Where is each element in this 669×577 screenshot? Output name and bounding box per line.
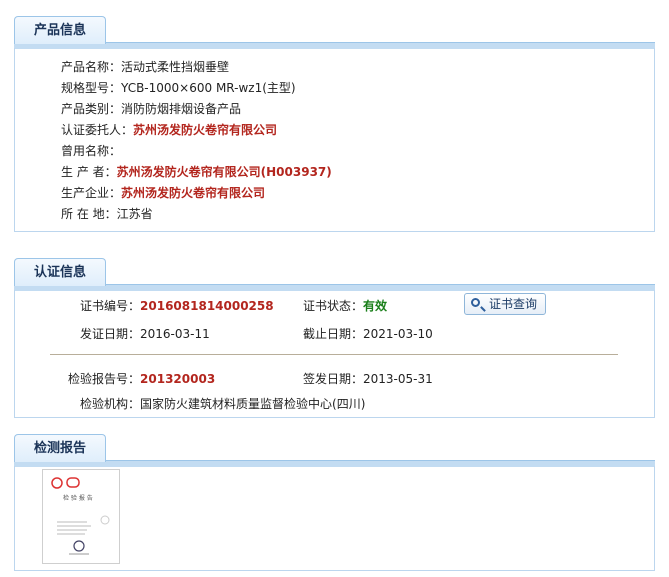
search-icon: [471, 298, 480, 307]
test-org-value: 国家防火建筑材料质量监督检验中心(四川): [140, 397, 366, 411]
expire-date-value: 2021-03-10: [363, 327, 433, 341]
product-row: 规格型号：YCB-1000×600 MR-wz1(主型): [61, 79, 296, 96]
cert-info-panel: 认证信息 证书编号：2016081814000258 证书状态：有效 证书查询 …: [14, 258, 655, 418]
cert-status-label: 证书状态：: [303, 299, 364, 313]
test-org-row: 检验机构：国家防火建筑材料质量监督检验中心(四川): [80, 395, 365, 412]
product-row-label: 曾用名称：: [61, 144, 122, 158]
product-row: 产品名称：活动式柔性挡烟垂壁: [61, 58, 229, 75]
product-row-value: 活动式柔性挡烟垂壁: [121, 60, 230, 74]
product-row-value: 苏州汤发防火卷帘有限公司: [133, 123, 278, 137]
product-row-label: 生产企业：: [61, 186, 122, 200]
test-report-panel: 检测报告 检 验 报 告: [14, 434, 655, 571]
sign-date-row: 签发日期：2013-05-31: [303, 370, 433, 387]
thumb-title: 检 验 报 告: [63, 494, 93, 502]
product-row: 曾用名称：: [61, 142, 121, 159]
product-info-panel: 产品信息 产品名称：活动式柔性挡烟垂壁 规格型号：YCB-1000×600 MR-…: [14, 16, 655, 232]
product-row-value: 消防防烟排烟设备产品: [121, 102, 242, 116]
product-row: 生产企业：苏州汤发防火卷帘有限公司: [61, 184, 265, 201]
expire-date-row: 截止日期：2021-03-10: [303, 325, 433, 342]
product-row-label: 产品类别：: [61, 102, 122, 116]
product-row-label: 认证委托人：: [61, 123, 134, 137]
product-row-value: YCB-1000×600 MR-wz1(主型): [121, 81, 296, 95]
issue-date-row: 发证日期：2016-03-11: [80, 325, 210, 342]
report-document-icon: 检 验 报 告: [51, 477, 110, 555]
report-number-row: 检验报告号：201320003: [68, 370, 215, 387]
product-row-label: 所 在 地：: [61, 207, 117, 221]
test-org-label: 检验机构：: [80, 397, 141, 411]
cert-query-button-label: 证书查询: [489, 297, 538, 311]
report-number-label: 检验报告号：: [68, 372, 141, 386]
product-row: 认证委托人：苏州汤发防火卷帘有限公司: [61, 121, 277, 138]
product-row: 生 产 者：苏州汤发防火卷帘有限公司(H003937): [61, 163, 332, 180]
section-divider: [50, 354, 618, 355]
product-row-label: 生 产 者：: [61, 165, 117, 179]
product-info-tab: 产品信息: [14, 16, 106, 44]
cert-number-value: 2016081814000258: [140, 299, 274, 313]
sign-date-value: 2013-05-31: [363, 372, 433, 386]
cert-number-label: 证书编号：: [80, 299, 141, 313]
product-row: 产品类别：消防防烟排烟设备产品: [61, 100, 241, 117]
issue-date-label: 发证日期：: [80, 327, 141, 341]
issue-date-value: 2016-03-11: [140, 327, 210, 341]
test-report-tab: 检测报告: [14, 434, 106, 462]
product-row-value: 江苏省: [116, 207, 153, 221]
product-row-label: 规格型号：: [61, 81, 122, 95]
cert-info-tab: 认证信息: [14, 258, 106, 286]
product-row-value: 苏州汤发防火卷帘有限公司(H003937): [116, 165, 332, 179]
report-thumbnail[interactable]: 检 验 报 告: [42, 469, 120, 564]
product-row: 所 在 地：江苏省: [61, 205, 153, 222]
cert-status-value: 有效: [363, 299, 388, 313]
cert-status-row: 证书状态：有效: [303, 297, 387, 314]
report-number-value: 201320003: [140, 372, 216, 386]
product-row-label: 产品名称：: [61, 60, 122, 74]
cert-query-button[interactable]: 证书查询: [464, 293, 547, 315]
sign-date-label: 签发日期：: [303, 372, 364, 386]
cert-number-row: 证书编号：2016081814000258: [80, 297, 274, 314]
product-row-value: 苏州汤发防火卷帘有限公司: [121, 186, 266, 200]
expire-date-label: 截止日期：: [303, 327, 364, 341]
